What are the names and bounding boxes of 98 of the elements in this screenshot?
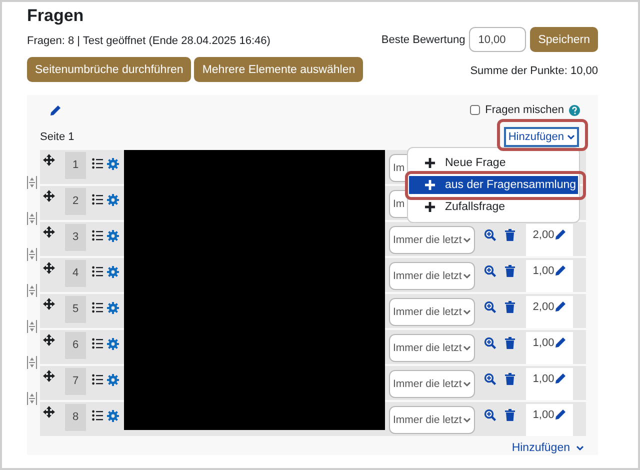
zoom-in-icon[interactable] bbox=[484, 301, 496, 313]
chevron-icon bbox=[463, 237, 471, 243]
action-button[interactable]: Seitenumbrüche durchführen bbox=[27, 57, 192, 82]
question-number: 8 bbox=[65, 404, 86, 431]
menu-item[interactable]: aus der Fragensammlung bbox=[409, 176, 578, 194]
chevron-icon bbox=[463, 417, 471, 423]
move-icon[interactable] bbox=[43, 226, 55, 238]
chevron-icon bbox=[463, 345, 471, 351]
behaviour-select[interactable]: Immer die letzt bbox=[389, 334, 475, 362]
page-break-icon[interactable] bbox=[27, 356, 37, 369]
add-button[interactable]: Hinzufügen bbox=[504, 127, 579, 147]
chevron-icon bbox=[576, 445, 584, 451]
plus-icon bbox=[425, 202, 435, 212]
list-icon[interactable] bbox=[92, 194, 103, 205]
behaviour-select[interactable]: Immer die letzt bbox=[389, 262, 475, 290]
settings-icon[interactable] bbox=[107, 266, 119, 278]
list-icon[interactable] bbox=[92, 374, 103, 385]
shuffle-label: Fragen mischen bbox=[485, 104, 564, 116]
behaviour-select[interactable]: Immer die letzt bbox=[389, 406, 475, 434]
settings-icon[interactable] bbox=[107, 338, 119, 350]
chevron-icon bbox=[463, 381, 471, 387]
settings-icon[interactable] bbox=[107, 194, 119, 206]
page-break-icon[interactable] bbox=[27, 212, 37, 225]
zoom-in-icon[interactable] bbox=[484, 229, 496, 241]
move-icon[interactable] bbox=[43, 334, 55, 346]
pencil-icon[interactable] bbox=[555, 409, 566, 420]
settings-icon[interactable] bbox=[107, 302, 119, 314]
page-break-icon[interactable] bbox=[27, 392, 37, 405]
move-icon[interactable] bbox=[43, 262, 55, 274]
settings-icon[interactable] bbox=[107, 374, 119, 386]
settings-icon[interactable] bbox=[107, 158, 119, 170]
question-number: 2 bbox=[65, 188, 86, 215]
list-icon[interactable] bbox=[92, 302, 103, 313]
pencil-icon[interactable] bbox=[555, 373, 566, 384]
page-break-icon[interactable] bbox=[27, 320, 37, 333]
pencil-icon[interactable] bbox=[555, 229, 566, 240]
grade-label: Beste Bewertung bbox=[381, 34, 466, 46]
list-icon[interactable] bbox=[92, 266, 103, 277]
pencil-icon[interactable] bbox=[555, 301, 566, 312]
plus-icon bbox=[425, 158, 435, 168]
shuffle-checkbox[interactable] bbox=[470, 105, 480, 115]
settings-icon[interactable] bbox=[107, 230, 119, 242]
quiz-summary: Fragen: 8 | Test geöffnet (Ende 28.04.2025 16:46) bbox=[27, 34, 272, 49]
move-icon[interactable] bbox=[43, 406, 55, 418]
points-field[interactable]: 2,00 bbox=[526, 296, 573, 328]
trash-icon[interactable] bbox=[505, 301, 515, 313]
page-break-icon[interactable] bbox=[27, 284, 37, 297]
question-number: 4 bbox=[65, 260, 86, 287]
question-number: 3 bbox=[65, 224, 86, 251]
plus-icon bbox=[425, 180, 435, 190]
page-break-icon[interactable] bbox=[27, 248, 37, 261]
pencil-icon[interactable] bbox=[50, 105, 61, 116]
points-field[interactable]: 1,00 bbox=[526, 332, 573, 364]
points-field[interactable]: 1,00 bbox=[526, 368, 573, 400]
settings-icon[interactable] bbox=[107, 410, 119, 422]
pencil-icon[interactable] bbox=[555, 337, 566, 348]
pencil-icon[interactable] bbox=[555, 265, 566, 276]
zoom-in-icon[interactable] bbox=[484, 337, 496, 349]
save-button[interactable]: Speichern bbox=[530, 27, 598, 52]
move-icon[interactable] bbox=[43, 298, 55, 310]
page-title: Fragen bbox=[27, 5, 85, 27]
zoom-in-icon[interactable] bbox=[484, 265, 496, 277]
trash-icon[interactable] bbox=[505, 337, 515, 349]
menu-item[interactable]: Neue Frage bbox=[409, 155, 578, 171]
question-number: 6 bbox=[65, 332, 86, 359]
trash-icon[interactable] bbox=[505, 409, 515, 421]
menu-item[interactable]: Zufallsfrage bbox=[409, 199, 578, 215]
help-icon[interactable] bbox=[569, 104, 580, 116]
move-icon[interactable] bbox=[43, 154, 55, 166]
chevron-icon bbox=[463, 273, 471, 279]
behaviour-select[interactable]: Immer die letzt bbox=[389, 226, 475, 254]
chevron-icon bbox=[463, 309, 471, 315]
zoom-in-icon[interactable] bbox=[484, 409, 496, 421]
list-icon[interactable] bbox=[92, 158, 103, 169]
points-field[interactable]: 1,00 bbox=[526, 404, 573, 436]
list-icon[interactable] bbox=[92, 410, 103, 421]
move-icon[interactable] bbox=[43, 370, 55, 382]
chevron-icon bbox=[567, 134, 575, 140]
question-number: 5 bbox=[65, 296, 86, 323]
list-icon[interactable] bbox=[92, 230, 103, 241]
points-field[interactable]: 1,00 bbox=[526, 260, 573, 292]
trash-icon[interactable] bbox=[505, 229, 515, 241]
behaviour-select[interactable]: Immer die letzt bbox=[389, 298, 475, 326]
move-icon[interactable] bbox=[43, 190, 55, 202]
action-button[interactable]: Mehrere Elemente auswählen bbox=[194, 57, 364, 82]
list-icon[interactable] bbox=[92, 338, 103, 349]
add-link[interactable]: Hinzufügen bbox=[512, 442, 586, 454]
total-points: Summe der Punkte: 10,00 bbox=[470, 65, 598, 77]
behaviour-select[interactable]: Immer die letzt bbox=[389, 370, 475, 398]
question-number: 1 bbox=[65, 152, 86, 179]
points-field[interactable]: 2,00 bbox=[526, 224, 573, 256]
zoom-in-icon[interactable] bbox=[484, 373, 496, 385]
page-break-icon[interactable] bbox=[27, 176, 37, 189]
page-label: Seite 1 bbox=[40, 131, 74, 143]
trash-icon[interactable] bbox=[505, 265, 515, 277]
trash-icon[interactable] bbox=[505, 373, 515, 385]
question-number: 7 bbox=[65, 368, 86, 395]
grade-field[interactable]: 10,00 bbox=[469, 27, 526, 52]
